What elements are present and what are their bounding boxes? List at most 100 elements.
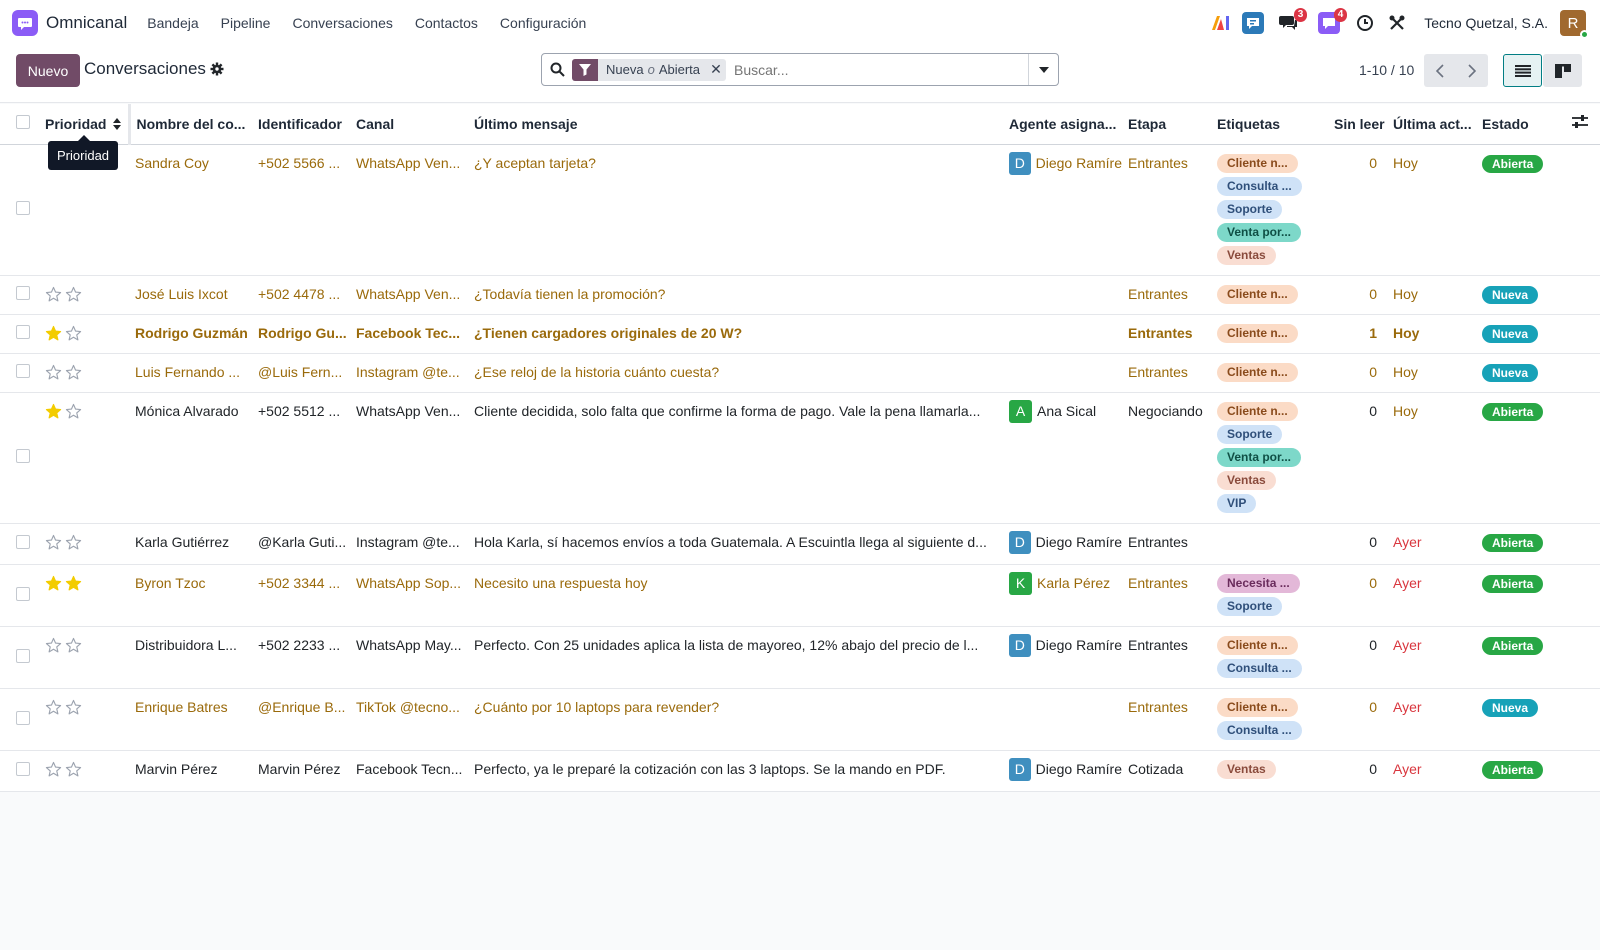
star-empty-icon[interactable] [65,534,82,551]
filter-facet[interactable]: Nueva o Abierta ✕ [572,58,727,81]
table-row[interactable]: Sandra Coy +502 5566 ... WhatsApp Ven... ¿Y… [0,144,1600,276]
row-checkbox[interactable] [0,144,39,276]
stage: Entrantes [1122,275,1211,315]
table-row[interactable]: Enrique Batres @Enrique B... TikTok @tecno… [0,688,1600,751]
kanban-view-button[interactable] [1543,54,1582,87]
table-row[interactable]: Karla Gutiérrez @Karla Guti... Instagram @… [0,523,1600,565]
sliders-icon [1572,115,1588,129]
agent-field[interactable]: D Diego Ramíre [1009,757,1122,781]
menu-pipeline[interactable]: Pipeline [221,15,271,31]
header-channel[interactable]: Canal [350,104,468,145]
menu-bandeja[interactable]: Bandeja [147,15,198,31]
row-checkbox[interactable] [0,750,39,792]
table-row[interactable]: Mónica Alvarado +502 5512 ... WhatsApp Ven… [0,392,1600,524]
header-status[interactable]: Estado [1476,104,1568,145]
agent-field[interactable]: K Karla Pérez [1009,571,1122,595]
pager-previous-button[interactable] [1424,54,1456,87]
tools-icon[interactable] [1386,12,1408,34]
row-end [1568,314,1600,354]
priority-stars[interactable] [45,761,129,778]
header-stage[interactable]: Etapa [1122,104,1211,145]
row-checkbox[interactable] [0,626,39,689]
clock-icon[interactable] [1354,12,1376,34]
star-empty-icon[interactable] [65,325,82,342]
omnichannel-app-icon[interactable] [12,10,38,36]
search-options-toggle[interactable] [1028,54,1058,85]
new-button[interactable]: Nuevo [16,54,80,87]
priority-stars[interactable] [45,364,129,381]
header-agent[interactable]: Agente asigna... [1003,104,1122,145]
star-empty-icon[interactable] [65,403,82,420]
priority-stars[interactable] [45,325,129,342]
chat-icon[interactable]: 3 [1278,8,1308,34]
star-empty-icon[interactable] [45,286,62,303]
last-activity: Ayer [1387,564,1476,627]
company-switcher[interactable]: Tecno Quetzal, S.A. [1424,15,1548,31]
star-empty-icon[interactable] [45,364,62,381]
row-checkbox[interactable] [0,353,39,393]
header-name[interactable]: Nombre del co... [129,104,252,145]
gear-icon[interactable] [210,62,224,79]
user-avatar[interactable]: R [1560,10,1589,39]
row-checkbox[interactable] [0,688,39,751]
row-checkbox[interactable] [0,314,39,354]
list-view-button[interactable] [1503,54,1542,87]
header-last-message[interactable]: Último mensaje [468,104,1003,145]
star-empty-icon[interactable] [65,637,82,654]
agent-field[interactable]: D Diego Ramíre [1009,633,1122,657]
priority-stars[interactable] [45,403,129,420]
ai-icon[interactable] [1210,12,1232,34]
agent-field[interactable]: D Diego Ramíre [1009,530,1122,554]
star-empty-icon[interactable] [45,699,62,716]
star-filled-icon[interactable] [45,325,62,342]
menu-contactos[interactable]: Contactos [415,15,478,31]
optional-columns-toggle[interactable] [1568,104,1600,145]
table-row[interactable]: José Luis Ixcot +502 4478 ... WhatsApp Ven… [0,275,1600,315]
table-row[interactable]: Byron Tzoc +502 3344 ... WhatsApp Sop... Ne… [0,564,1600,627]
table-row[interactable]: Rodrigo Guzmán Rodrigo Gu... Facebook Tec.… [0,314,1600,354]
pager-value[interactable]: 1-10 / 10 [1359,62,1414,78]
star-empty-icon[interactable] [45,637,62,654]
app-name[interactable]: Omnicanal [46,13,127,33]
star-empty-icon[interactable] [45,761,62,778]
star-empty-icon[interactable] [65,364,82,381]
remove-facet-icon[interactable]: ✕ [706,61,726,78]
priority-cell [39,275,129,315]
priority-stars[interactable] [45,637,129,654]
stage: Cotizada [1122,750,1211,792]
priority-stars[interactable] [45,534,129,551]
star-empty-icon[interactable] [45,534,62,551]
star-empty-icon[interactable] [65,286,82,303]
agent-field[interactable]: D Diego Ramíre [1009,151,1122,175]
star-empty-icon[interactable] [65,699,82,716]
star-filled-icon[interactable] [45,403,62,420]
search-input[interactable] [734,55,1028,84]
menu-conversaciones[interactable]: Conversaciones [292,15,392,31]
star-empty-icon[interactable] [65,761,82,778]
pager-next-button[interactable] [1456,54,1488,87]
priority-stars[interactable] [45,286,129,303]
row-checkbox[interactable] [0,523,39,565]
menu-configuracion[interactable]: Configuración [500,15,586,31]
table-row[interactable]: Luis Fernando ... @Luis Fern... Instagram … [0,353,1600,393]
priority-stars[interactable] [45,575,129,592]
table-row[interactable]: Distribuidora L... +502 2233 ... WhatsApp … [0,626,1600,689]
header-unread[interactable]: Sin leer [1328,104,1387,145]
header-identifier[interactable]: Identificador [252,104,350,145]
priority-cell [39,314,129,354]
row-checkbox[interactable] [0,564,39,627]
star-filled-icon[interactable] [45,575,62,592]
activity-icon[interactable]: 4 [1318,8,1348,34]
header-tags[interactable]: Etiquetas [1211,104,1328,145]
agent-field[interactable]: A Ana Sical [1009,399,1122,423]
last-activity: Hoy [1387,275,1476,315]
row-checkbox[interactable] [0,275,39,315]
select-all-checkbox[interactable] [0,104,39,145]
priority-stars[interactable] [45,699,129,716]
star-filled-icon[interactable] [65,575,82,592]
row-checkbox[interactable] [0,392,39,524]
header-last-activity[interactable]: Última act... [1387,104,1476,145]
search-icon[interactable] [542,62,572,77]
livechat-icon[interactable] [1242,12,1265,34]
table-row[interactable]: Marvin Pérez Marvin Pérez Facebook Tecn...… [0,750,1600,792]
